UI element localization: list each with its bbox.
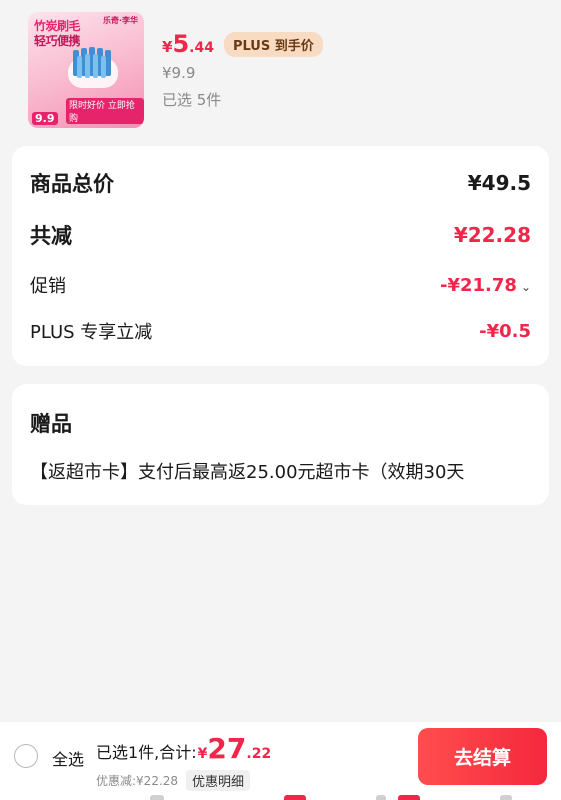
total-discount-label: 共减 (30, 224, 72, 248)
select-all-radio[interactable] (14, 744, 38, 768)
product-thumbnail[interactable]: 竹炭刷毛 轻巧便携 乐奇·李华 9.9 限时好价 立即抢购 (28, 12, 144, 128)
tab-icon-peek (376, 795, 386, 800)
thumb-promo: 限时好价 立即抢购 (66, 98, 144, 124)
product-info: ¥ 5 .44 PLUS 到手价 ¥9.9 已选 5件 (162, 30, 323, 110)
total-discount-value: ¥22.28 (453, 223, 531, 247)
total-discount-row: 共减 ¥22.28 (30, 220, 531, 250)
tab-icon-peek (500, 795, 512, 800)
gift-title: 赠品 (30, 412, 72, 436)
promo-value[interactable]: -¥21.78 ⌄ (440, 275, 531, 296)
plus-discount-row: PLUS 专享立减 -¥0.5 (30, 318, 531, 344)
tab-badge-peek (284, 795, 306, 800)
toothbrush-head-icon (68, 47, 118, 88)
product-price: ¥ 5 .44 PLUS 到手价 (162, 30, 323, 58)
price-integer: 5 (172, 30, 190, 58)
tab-icon-peek (150, 795, 164, 800)
total-currency: ¥ (197, 746, 208, 762)
price-currency: ¥ (162, 38, 173, 56)
promo-row[interactable]: 促销 -¥21.78 ⌄ (30, 272, 531, 298)
price-decimal: .44 (189, 40, 214, 56)
total-price-value: ¥49.5 (467, 171, 531, 195)
discount-text: 优惠减:¥22.28 (96, 774, 179, 788)
gift-card: 赠品 【返超市卡】支付后最高返25.00元超市卡（效期30天 (12, 384, 549, 505)
original-price: ¥9.9 (162, 64, 196, 82)
select-all-label[interactable]: 全选 (52, 746, 84, 770)
tab-badge-peek (398, 795, 420, 800)
gift-description: 【返超市卡】支付后最高返25.00元超市卡（效期30天 (30, 462, 465, 483)
total-decimal: .22 (246, 746, 272, 762)
plus-discount-value: -¥0.5 (479, 320, 531, 342)
tab-bar-peek (0, 792, 561, 800)
total-price-label: 商品总价 (30, 172, 114, 196)
thumb-brand: 乐奇·李华 (102, 16, 138, 25)
plus-price-badge: PLUS 到手价 (223, 31, 323, 57)
chevron-down-icon[interactable]: ⌄ (521, 280, 531, 294)
checkout-bar: 全选 已选1件,合计: ¥ 27 .22 优惠减:¥22.28 优惠明细 去结算 (0, 722, 561, 800)
total-line: 已选1件,合计: ¥ 27 .22 (96, 732, 271, 765)
total-integer: 27 (207, 732, 247, 765)
thumb-price-tag: 9.9 (32, 112, 58, 125)
discount-line: 优惠减:¥22.28 优惠明细 (96, 770, 251, 791)
checkout-button[interactable]: 去结算 (418, 728, 547, 785)
promo-label: 促销 (30, 276, 66, 297)
price-summary-card: 商品总价 ¥49.5 共减 ¥22.28 促销 -¥21.78 ⌄ PLUS 专享… (12, 146, 549, 366)
discount-detail-button[interactable]: 优惠明细 (186, 770, 251, 791)
promo-amount: -¥21.78 (440, 274, 517, 296)
product-item[interactable]: 竹炭刷毛 轻巧便携 乐奇·李华 9.9 限时好价 立即抢购 ¥ 5 .44 PL… (0, 0, 561, 136)
selected-quantity[interactable]: 已选 5件 (162, 89, 323, 110)
plus-discount-label: PLUS 专享立减 (30, 322, 153, 343)
total-price-row: 商品总价 ¥49.5 (30, 168, 531, 198)
selected-total-label: 已选1件,合计: (96, 743, 197, 762)
